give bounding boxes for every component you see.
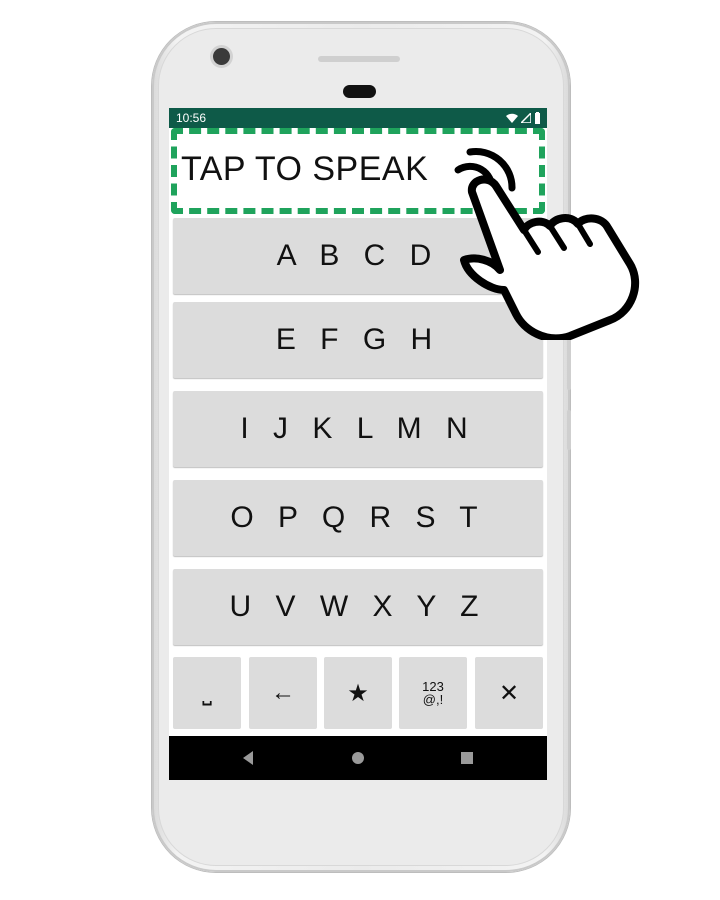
close-icon: ✕	[498, 679, 520, 707]
status-bar: 10:56	[169, 108, 547, 128]
wifi-icon	[506, 113, 518, 123]
numbers-symbols-key[interactable]: 123 @,!	[399, 657, 467, 729]
nav-home-icon[interactable]	[351, 750, 365, 766]
nav-recents-icon[interactable]	[460, 750, 474, 766]
pointing-hand-icon	[454, 148, 640, 340]
power-button	[567, 410, 571, 450]
letter-row-opqrst[interactable]: O P Q R S T	[173, 480, 543, 556]
status-time: 10:56	[176, 111, 207, 125]
nav-back-icon[interactable]	[241, 750, 255, 766]
letter-row-uvwxyz[interactable]: U V W X Y Z	[173, 569, 543, 645]
backspace-key[interactable]: ←	[249, 657, 317, 729]
space-icon: ⎵	[202, 679, 212, 706]
top-speaker-grille	[318, 56, 400, 62]
star-icon: ★	[347, 679, 369, 707]
symbols-label: @,!	[422, 692, 444, 707]
status-icons	[506, 108, 541, 128]
backspace-icon: ←	[271, 679, 295, 706]
signal-icon	[521, 113, 531, 123]
clear-key[interactable]: ✕	[475, 657, 543, 729]
navigation-bar	[169, 736, 547, 780]
letter-row-ijklmn[interactable]: I J K L M N	[173, 391, 543, 467]
earpiece	[343, 85, 376, 98]
favorites-key[interactable]: ★	[324, 657, 392, 729]
battery-icon	[535, 112, 540, 124]
space-key[interactable]: ⎵	[173, 657, 241, 729]
front-camera	[213, 48, 230, 65]
